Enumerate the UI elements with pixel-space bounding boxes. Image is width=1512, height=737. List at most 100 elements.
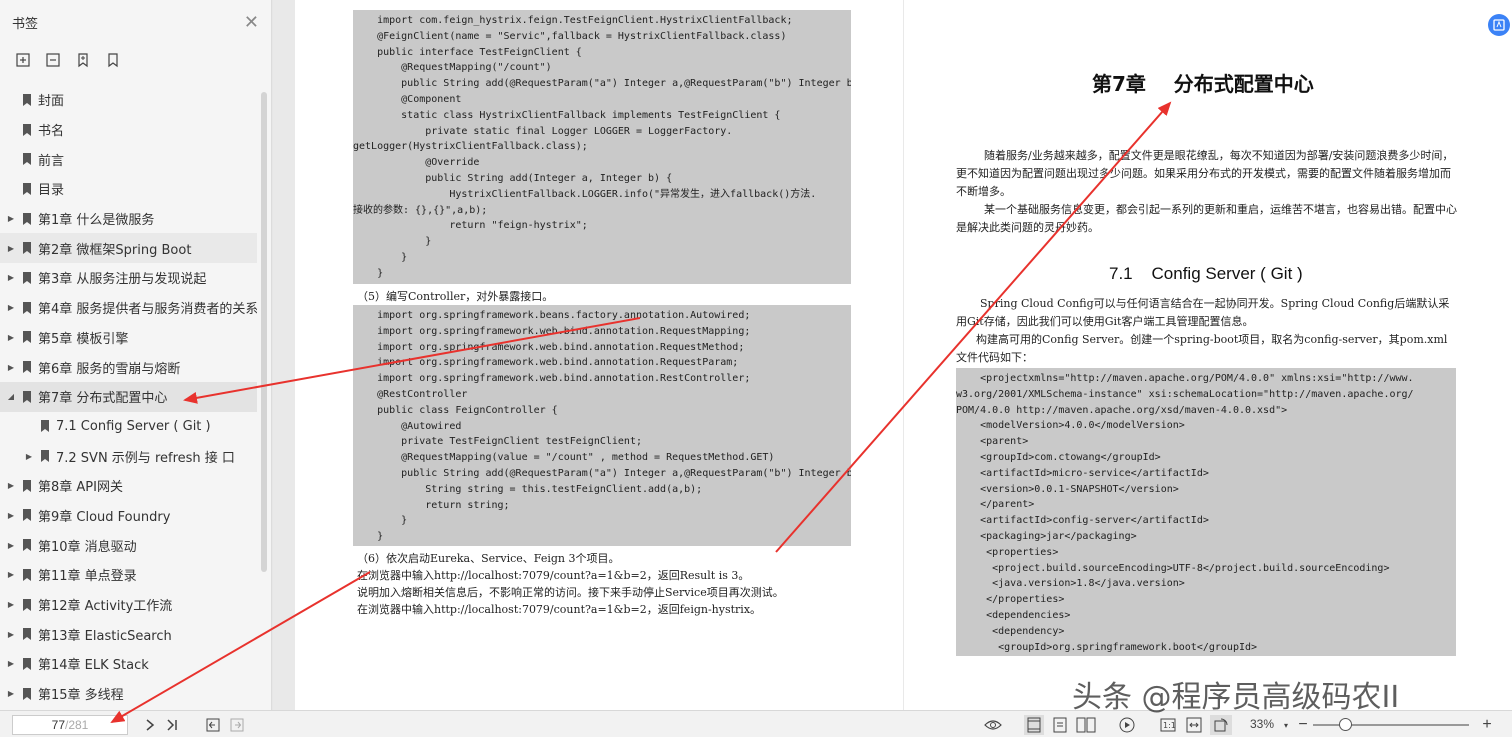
code-line: @RequestMapping(value = "/count" , metho… <box>353 452 775 464</box>
eye-icon[interactable] <box>983 715 1003 735</box>
continuous-page-icon[interactable] <box>1050 715 1070 735</box>
sidebar-item-label: 书名 <box>38 124 65 140</box>
expand-arrow-icon[interactable]: ▶ <box>4 214 18 223</box>
sidebar-item[interactable]: ▶ 第15章 多线程 <box>0 679 257 709</box>
expand-arrow-icon[interactable]: ▶ <box>22 452 36 461</box>
sidebar-item-label: 目录 <box>38 183 65 199</box>
code-line: } <box>353 251 408 263</box>
sidebar-item-label: 7.2 SVN 示例与 refresh 接 口 <box>56 450 235 466</box>
collapse-arrow-icon[interactable]: ◢ <box>4 392 18 401</box>
code-line: <dependencies> <box>956 609 1071 621</box>
expand-arrow-icon[interactable]: ▶ <box>4 689 18 698</box>
code-line: @Autowired <box>353 420 462 432</box>
expand-all-icon[interactable] <box>14 51 32 69</box>
sidebar-item[interactable]: ▶ 7.2 SVN 示例与 refresh 接 口 <box>0 441 257 471</box>
sidebar-item[interactable]: ▶ 第14章 ELK Stack <box>0 649 257 679</box>
single-page-icon[interactable] <box>1024 715 1044 735</box>
zoom-slider-handle[interactable] <box>1339 718 1352 731</box>
expand-arrow-icon[interactable]: ▶ <box>4 511 18 520</box>
sidebar-item[interactable]: ▶ 第8章 API网关 <box>0 471 257 501</box>
bookmark-icon <box>23 212 31 225</box>
sidebar-item[interactable]: ▶ 第1章 什么是微服务 <box>0 204 257 234</box>
sidebar-item[interactable]: 7.1 Config Server ( Git ) <box>0 412 257 442</box>
code-line: <modelVersion>4.0.0</modelVersion> <box>956 420 1185 432</box>
last-page-icon[interactable] <box>164 715 180 735</box>
sidebar-item[interactable]: ▶ 第12章 Activity工作流 <box>0 590 257 620</box>
expand-arrow-icon[interactable]: ▶ <box>4 244 18 253</box>
sidebar-item[interactable]: ▶ 第6章 服务的雪崩与熔断 <box>0 352 257 382</box>
sidebar-item[interactable]: ▶ 第11章 单点登录 <box>0 560 257 590</box>
two-page-icon[interactable] <box>1075 715 1097 735</box>
code-line: <java.version>1.8</java.version> <box>956 578 1185 590</box>
code-line: return string; <box>353 499 510 511</box>
close-icon[interactable]: ✕ <box>244 12 259 33</box>
sidebar-item-label: 前言 <box>38 153 65 169</box>
sidebar-item[interactable]: 封面 <box>0 85 257 115</box>
bookmark-icon <box>23 93 31 106</box>
translate-icon[interactable] <box>1488 14 1510 36</box>
code-line: return "feign-hystrix"; <box>353 220 588 232</box>
sidebar-item-label: 第11章 单点登录 <box>38 569 137 585</box>
page-number-input[interactable]: 77 /281 <box>12 715 128 735</box>
bookmark-icon <box>23 628 31 641</box>
actual-size-icon[interactable]: 1:1 <box>1158 715 1178 735</box>
zoom-in-icon[interactable]: + <box>1480 715 1494 735</box>
code-line: <version>0.0.1-SNAPSHOT</version> <box>956 483 1179 495</box>
bookmark-icon[interactable] <box>104 51 122 69</box>
expand-arrow-icon[interactable]: ▶ <box>4 659 18 668</box>
step5-text: （5）编写Controller，对外暴露接口。 <box>357 290 554 303</box>
intro-paragraph-2: 某一个基础服务信息变更，都会引起一系列的更新和重启，运维苦不堪言，也容易出错。配… <box>956 203 1457 234</box>
code-line: @Component <box>353 93 462 105</box>
forward-icon[interactable] <box>229 715 245 735</box>
expand-arrow-icon[interactable]: ▶ <box>4 273 18 282</box>
expand-arrow-icon[interactable]: ▶ <box>4 541 18 550</box>
play-icon[interactable] <box>1117 715 1137 735</box>
add-bookmark-icon[interactable] <box>74 51 92 69</box>
sidebar-title: 书签 <box>12 16 39 32</box>
expand-arrow-icon[interactable]: ▶ <box>4 333 18 342</box>
expand-arrow-icon[interactable]: ▶ <box>4 570 18 579</box>
expand-arrow-icon[interactable]: ▶ <box>4 303 18 312</box>
zoom-dropdown-icon[interactable]: ▾ <box>1281 715 1291 735</box>
fit-width-icon[interactable] <box>1184 715 1204 735</box>
zoom-level[interactable]: 33% <box>1250 717 1274 731</box>
code-line: HystrixClientFallback.LOGGER.info("异常发生，… <box>353 188 817 200</box>
sidebar-item-label: 第6章 服务的雪崩与熔断 <box>38 361 181 377</box>
expand-arrow-icon[interactable]: ▶ <box>4 363 18 372</box>
code-line: public class FeignController { <box>353 404 558 416</box>
sidebar-item[interactable]: ▶ 第13章 ElasticSearch <box>0 619 257 649</box>
zoom-slider-track[interactable] <box>1313 724 1469 726</box>
rotate-icon[interactable] <box>1210 715 1232 735</box>
sidebar-item[interactable]: ▶ 第5章 模板引擎 <box>0 323 257 353</box>
next-page-icon[interactable] <box>142 715 158 735</box>
sidebar-item[interactable]: ▶ 第3章 从服务注册与发现说起 <box>0 263 257 293</box>
collapse-all-icon[interactable] <box>44 51 62 69</box>
sidebar-item[interactable]: ▶ 第10章 消息驱动 <box>0 530 257 560</box>
expand-arrow-icon[interactable]: ▶ <box>4 630 18 639</box>
code-line: import org.springframework.web.bind.anno… <box>353 341 745 353</box>
sidebar-item[interactable]: ▶ 第2章 微框架Spring Boot <box>0 233 257 264</box>
expand-arrow-icon[interactable]: ▶ <box>4 481 18 490</box>
code-line: } <box>353 236 432 248</box>
bookmark-icon <box>23 687 31 700</box>
sidebar-item[interactable]: 前言 <box>0 144 257 174</box>
code-line: @FeignClient(name = "Servic",fallback = … <box>353 30 787 42</box>
sidebar-item[interactable]: 目录 <box>0 174 257 204</box>
back-icon[interactable] <box>205 715 221 735</box>
sidebar-item[interactable]: ▶ 第9章 Cloud Foundry <box>0 501 257 531</box>
code-line: <project.build.sourceEncoding>UTF-8</pro… <box>956 562 1390 574</box>
code-line: <parent> <box>956 436 1029 448</box>
expand-arrow-icon[interactable]: ▶ <box>4 600 18 609</box>
bookmark-icon <box>23 331 31 344</box>
sidebar-scrollbar[interactable] <box>261 92 267 572</box>
sidebar-item-label: 第15章 多线程 <box>38 688 124 704</box>
code-line: <groupId>com.ctowang</groupId> <box>956 451 1161 463</box>
sidebar-item-label: 第9章 Cloud Foundry <box>38 509 171 525</box>
sidebar-item[interactable]: 书名 <box>0 115 257 145</box>
zoom-out-icon[interactable]: − <box>1297 715 1309 735</box>
sidebar-item[interactable]: ◢ 第7章 分布式配置中心 <box>0 381 257 412</box>
code-line: @RestController <box>353 388 468 400</box>
step6-line: （6）依次启动Eureka、Service、Feign 3个项目。 <box>357 552 620 565</box>
sidebar-item[interactable]: ▶ 第4章 服务提供者与服务消费者的关系 <box>0 293 257 323</box>
code-line: <groupId>org.springframework.boot</group… <box>956 641 1258 653</box>
